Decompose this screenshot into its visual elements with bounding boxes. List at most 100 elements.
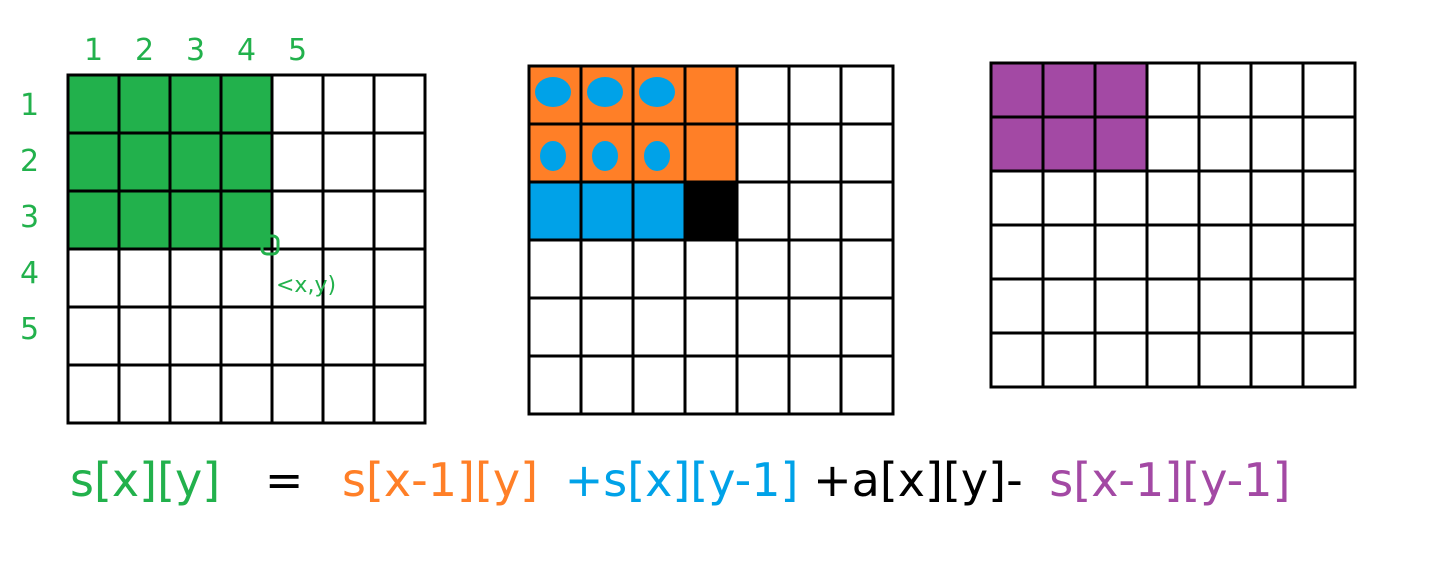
grid-cell (735, 238, 791, 300)
grid-cell (839, 180, 895, 242)
grid-cell (683, 64, 739, 126)
grid-cell (168, 189, 223, 251)
grid-cell (117, 73, 172, 135)
grid-cell (219, 189, 274, 251)
grid-cell (168, 305, 223, 367)
grid-cell (1301, 169, 1357, 227)
prefix-sum-grid-decomposition (527, 64, 895, 416)
grid-cell (1197, 223, 1253, 281)
grid-cell (270, 131, 325, 193)
grid-cell (527, 354, 583, 416)
grid-cell (117, 131, 172, 193)
grid-cell (683, 180, 739, 242)
grid-cell (787, 122, 843, 184)
prefix-sum-grid-target (66, 73, 427, 425)
grid-cell (1145, 277, 1201, 335)
grid-cell (219, 73, 274, 135)
grid-cell (989, 169, 1045, 227)
grid-cell (683, 296, 739, 358)
scribble-mark (592, 141, 618, 171)
grid-cell (1197, 169, 1253, 227)
formula-term-top: s[x-1][y] (342, 453, 539, 507)
grid-cell (321, 305, 376, 367)
grid-cell (1301, 61, 1357, 119)
grid-cell (1197, 61, 1253, 119)
row-label: 4 (20, 256, 39, 291)
scribble-mark (540, 141, 566, 171)
formula-equals: = (264, 453, 304, 507)
scribble-mark (639, 77, 675, 107)
formula-term-left: +s[x][y-1] (564, 453, 799, 507)
grid-cell (117, 305, 172, 367)
column-label: 2 (135, 33, 154, 68)
grid-cell (372, 73, 427, 135)
grid-cell (1041, 223, 1097, 281)
grid-cell (66, 247, 121, 309)
grid-cell (321, 73, 376, 135)
column-label: 3 (186, 33, 205, 68)
grid-cell (66, 131, 121, 193)
grid-cell (66, 363, 121, 425)
grid-cell (219, 363, 274, 425)
grid-cell (1301, 223, 1357, 281)
grid-cell (735, 180, 791, 242)
grid-cell (1249, 331, 1305, 389)
grid-cell (735, 296, 791, 358)
grid-cell (1145, 331, 1201, 389)
row-label: 3 (20, 200, 39, 235)
grid-cell (735, 122, 791, 184)
grid-cell (631, 238, 687, 300)
grid-cell (1041, 115, 1097, 173)
grid-cell (579, 354, 635, 416)
grid-cell (839, 296, 895, 358)
grid-cell (631, 354, 687, 416)
grid-cell (117, 247, 172, 309)
grid-cell (1041, 331, 1097, 389)
grid-cell (631, 296, 687, 358)
grid-cell (839, 122, 895, 184)
grid-cell (66, 189, 121, 251)
scribble-mark (535, 77, 571, 107)
grid-cell (1093, 169, 1149, 227)
grid-cell (270, 363, 325, 425)
grid-cell (1093, 115, 1149, 173)
column-label: 4 (237, 33, 256, 68)
grid-cell (579, 296, 635, 358)
formula-term-cell: +a[x][y]- (813, 453, 1023, 507)
grid-cell (66, 73, 121, 135)
grid-cell (1301, 277, 1357, 335)
grid-cell (735, 64, 791, 126)
grid-cell (989, 277, 1045, 335)
grids-canvas: 12345 12345 <x,y) (20, 33, 1357, 425)
grid-cell (839, 64, 895, 126)
grid-cell (579, 180, 635, 242)
prefix-sum-formula: s[x][y] = s[x-1][y] +s[x][y-1] +a[x][y]-… (70, 440, 1290, 520)
row-label: 2 (20, 144, 39, 179)
grid-cell (372, 189, 427, 251)
grid-cell (989, 61, 1045, 119)
grid-cell (117, 363, 172, 425)
grid-cell (527, 180, 583, 242)
formula-term-overlap: s[x-1][y-1] (1049, 453, 1291, 507)
grid-cell (1197, 277, 1253, 335)
grid-cell (787, 64, 843, 126)
grid-cell (1145, 115, 1201, 173)
grid-cell (527, 296, 583, 358)
grid-cell (683, 238, 739, 300)
grid-cell (168, 247, 223, 309)
point-label: <x,y) (276, 273, 336, 298)
grid-cell (1041, 277, 1097, 335)
grid-cell (1093, 223, 1149, 281)
grid-cell (683, 122, 739, 184)
grid-cell (527, 238, 583, 300)
grid-cell (219, 247, 274, 309)
grid-cell (989, 115, 1045, 173)
grid-cell (839, 354, 895, 416)
grid-cell (1249, 115, 1305, 173)
grid-cell (372, 131, 427, 193)
grid-cell (1301, 115, 1357, 173)
row-label: 5 (20, 312, 39, 347)
grid1-row-labels: 1 2 3 4 5 (20, 88, 39, 347)
grid-cell (787, 354, 843, 416)
grid-cell (372, 247, 427, 309)
